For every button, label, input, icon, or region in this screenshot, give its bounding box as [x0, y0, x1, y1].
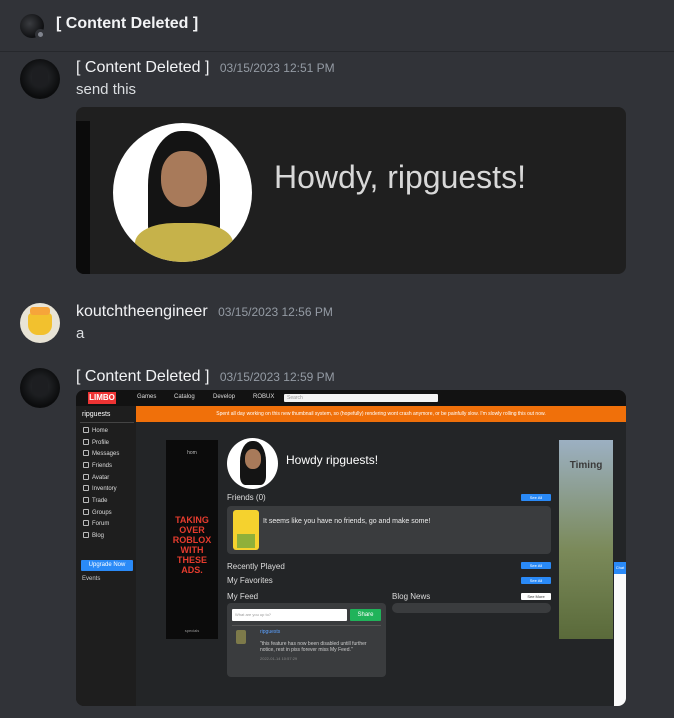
share-button: Share: [350, 609, 381, 621]
chat-panel: Chat: [614, 562, 626, 706]
profile-icon: [83, 439, 89, 445]
side-inventory: Inventory: [83, 485, 117, 492]
friends-icon: [83, 462, 89, 468]
see-more-button: See More: [521, 593, 551, 600]
author-name[interactable]: [ Content Deleted ]: [76, 59, 209, 76]
feed-input: What are you up to?: [232, 609, 347, 621]
noob-avatar-image: [233, 510, 259, 550]
side-avatar: Avatar: [83, 474, 109, 481]
side-home: Home: [83, 427, 108, 434]
status-dot-icon: [35, 29, 46, 40]
my-feed-label: My Feed: [227, 592, 259, 601]
site-search: Search: [284, 394, 438, 402]
avatar-icon: [83, 474, 89, 480]
author-name[interactable]: koutchtheengineer: [76, 303, 208, 320]
timestamp: 03/15/2023 12:59 PM: [219, 370, 335, 384]
embed-greeting: Howdy, ripguests!: [274, 159, 526, 195]
friends-label: Friends (0): [227, 493, 266, 502]
embed-stripe: [76, 121, 90, 274]
blog-icon: [83, 532, 89, 538]
screenshot-attachment[interactable]: LIMBO Games Catalog Develop ROBUX Search…: [76, 390, 626, 706]
nav-games: Games: [137, 394, 157, 400]
message-text: a: [76, 325, 85, 342]
author-name[interactable]: [ Content Deleted ]: [76, 368, 209, 385]
see-all-button: See All: [521, 562, 551, 569]
channel-header: [ Content Deleted ]: [0, 0, 674, 52]
friends-box: It seems like you have no friends, go an…: [227, 506, 551, 554]
message-header: [ Content Deleted ] 03/15/2023 12:51 PM: [76, 59, 335, 77]
ad-text: TAKING OVER ROBLOX WITH THESE ADS.: [172, 515, 212, 575]
avatar[interactable]: [20, 303, 60, 343]
nav-develop: Develop: [213, 394, 236, 400]
message-header: [ Content Deleted ] 03/15/2023 12:59 PM: [76, 368, 335, 386]
feed-post-text: "this feature has now been disabled unti…: [260, 641, 367, 653]
feed-box: What are you up to? Share ripguests "thi…: [227, 603, 386, 677]
blog-news-label: Blog News: [392, 592, 431, 601]
site-sidebar: ripguests Home Profile Messages Friends …: [76, 406, 136, 706]
inventory-icon: [83, 485, 89, 491]
site-navbar: LIMBO Games Catalog Develop ROBUX Search: [76, 390, 626, 406]
timestamp: 03/15/2023 12:51 PM: [219, 61, 335, 75]
messages-icon: [83, 450, 89, 456]
avatar[interactable]: [20, 59, 60, 99]
site-logo: LIMBO: [88, 392, 116, 404]
side-groups: Groups: [83, 509, 112, 516]
trade-icon: [83, 497, 89, 503]
side-profile: Profile: [83, 439, 109, 446]
side-messages: Messages: [83, 450, 119, 457]
site-greeting: Howdy ripguests!: [286, 453, 379, 467]
feed-avatar: [236, 630, 246, 644]
avatar[interactable]: [20, 368, 60, 408]
no-friends-message: It seems like you have no friends, go an…: [263, 518, 431, 525]
site-username: ripguests: [82, 411, 111, 418]
profile-avatar-image: [113, 123, 252, 262]
timestamp: 03/15/2023 12:56 PM: [218, 305, 333, 319]
nav-catalog: Catalog: [174, 394, 195, 400]
message-header: koutchtheengineer 03/15/2023 12:56 PM: [76, 303, 333, 321]
nav-robux: ROBUX: [253, 394, 275, 400]
side-friends: Friends: [83, 462, 112, 469]
upgrade-button: Upgrade Now: [81, 560, 133, 571]
side-forum: Forum: [83, 520, 109, 527]
side-blog: Blog: [83, 532, 104, 539]
image-embed[interactable]: Howdy, ripguests!: [76, 107, 626, 274]
see-all-button: See All: [521, 577, 551, 584]
feed-author: ripguests: [260, 629, 281, 635]
feed-post-date: 2022-01-14 10:57:29: [260, 656, 298, 661]
my-favorites-label: My Favorites: [227, 576, 273, 585]
chat-tab: Chat: [614, 562, 626, 574]
see-all-button: See All: [521, 494, 551, 501]
forum-icon: [83, 520, 89, 526]
site-banner: Spent all day working on this new thumbn…: [136, 406, 626, 422]
channel-title[interactable]: [ Content Deleted ]: [56, 15, 198, 33]
message-text: send this: [76, 81, 137, 98]
ad-banner-left: hom TAKING OVER ROBLOX WITH THESE ADS. s…: [166, 440, 218, 639]
groups-icon: [83, 509, 89, 515]
site-avatar-image: [227, 438, 278, 489]
recently-played-label: Recently Played: [227, 562, 285, 571]
blog-news-bar: [392, 603, 551, 613]
home-icon: [83, 427, 89, 433]
ad-banner-right: Timing: [559, 440, 613, 639]
side-events: Events: [82, 576, 101, 582]
side-trade: Trade: [83, 497, 107, 504]
